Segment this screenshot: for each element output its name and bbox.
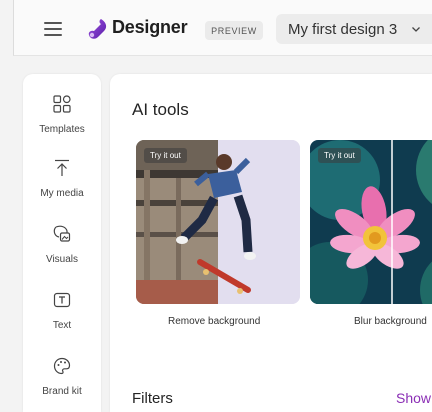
- templates-icon: [53, 95, 71, 113]
- sidebar-item-label: Templates: [39, 124, 85, 135]
- show-all-filters-link[interactable]: Show: [396, 390, 431, 406]
- sidebar-item-my-media[interactable]: My media: [23, 158, 101, 216]
- sidebar-item-label: Brand kit: [42, 386, 82, 397]
- side-navigation: Templates My media Visuals Text Brand ki…: [23, 74, 101, 412]
- preview-badge: PREVIEW: [205, 21, 263, 40]
- try-it-out-chip: Try it out: [318, 148, 361, 163]
- blur-background-card[interactable]: Try it out: [310, 140, 432, 304]
- remove-background-card[interactable]: Try it out: [136, 140, 300, 304]
- skateboarder-image: [136, 140, 300, 304]
- top-bar: Designer PREVIEW My first design 3: [13, 0, 432, 56]
- upload-icon: [55, 159, 69, 176]
- sidebar-item-label: My media: [40, 188, 84, 199]
- visuals-icon: [53, 225, 71, 242]
- design-name-dropdown[interactable]: My first design 3: [276, 14, 432, 44]
- designer-logo-icon: [88, 19, 107, 39]
- main-panel: AI tools Try it out Remove background Tr…: [110, 74, 432, 412]
- ai-tools-heading: AI tools: [132, 100, 189, 119]
- sidebar-item-label: Text: [52, 320, 72, 331]
- app-name: Designer: [112, 17, 188, 37]
- filters-heading: Filters: [132, 390, 173, 407]
- palette-icon: [53, 357, 71, 375]
- design-name-label: My first design 3: [288, 20, 398, 38]
- sidebar-item-text[interactable]: Text: [23, 290, 101, 348]
- lotus-image: [310, 140, 432, 304]
- try-it-out-chip: Try it out: [144, 148, 187, 163]
- remove-background-label: Remove background: [168, 316, 261, 327]
- sidebar-item-label: Visuals: [45, 254, 79, 265]
- text-icon: [53, 292, 71, 308]
- chevron-down-icon: [412, 27, 421, 32]
- sidebar-item-templates[interactable]: Templates: [23, 94, 101, 152]
- sidebar-item-brand-kit[interactable]: Brand kit: [23, 356, 101, 412]
- sidebar-item-visuals[interactable]: Visuals: [23, 224, 101, 282]
- hamburger-menu-icon[interactable]: [44, 20, 64, 36]
- blur-background-label: Blur background: [354, 316, 427, 327]
